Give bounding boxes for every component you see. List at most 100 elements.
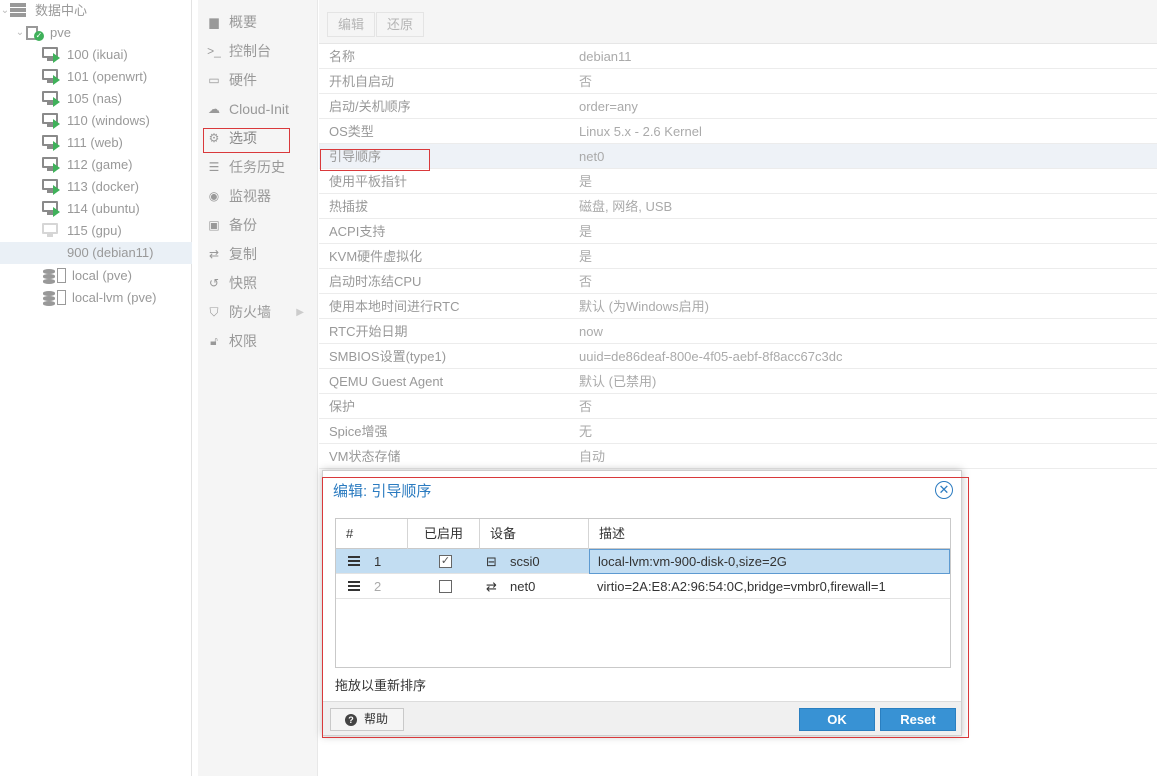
- nav-item-hardware[interactable]: ▭ 硬件: [198, 66, 318, 95]
- nav-item-replication[interactable]: ⇄ 复制: [198, 240, 318, 269]
- boot-row-scsi0[interactable]: 1 ✓ ⊟ scsi0 local-lvm:vm-900-disk-0,size…: [336, 549, 950, 574]
- nav-item-summary[interactable]: ▆ 概要: [198, 8, 318, 37]
- device-desc: virtio=2A:E8:A2:96:54:0C,bridge=vmbr0,fi…: [597, 579, 886, 594]
- nav-item-monitor[interactable]: ◉ 监视器: [198, 182, 318, 211]
- tree-label: pve: [50, 25, 71, 40]
- col-header-num[interactable]: #: [336, 519, 408, 549]
- tree-template-900[interactable]: 900 (debian11): [0, 242, 192, 264]
- help-button[interactable]: ? 帮助: [330, 708, 404, 731]
- boot-row-net0[interactable]: 2 ⇄ net0 virtio=2A:E8:A2:96:54:0C,bridge…: [336, 574, 950, 599]
- tree-vm-item[interactable]: 100 (ikuai): [0, 44, 192, 66]
- option-key: 启动/关机顺序: [329, 99, 411, 114]
- tree-vm-item[interactable]: 114 (ubuntu): [0, 198, 192, 220]
- options-grid: 名称 debian11 开机自启动否启动/关机顺序 order=any OS类型 Linu…: [319, 44, 1157, 469]
- option-key: KVM硬件虚拟化: [329, 249, 423, 264]
- option-row[interactable]: ACPI支持 是: [319, 219, 1157, 244]
- option-key: RTC开始日期: [329, 324, 408, 339]
- nav-label: 硬件: [229, 72, 257, 88]
- revert-button[interactable]: 还原: [376, 12, 425, 37]
- tree-vm-item[interactable]: 113 (docker): [0, 176, 192, 198]
- tree-vm-item[interactable]: 115 (gpu): [0, 220, 192, 242]
- nav-item-backup[interactable]: ▣ 备份: [198, 211, 318, 240]
- tree-vm-item[interactable]: 112 (game): [0, 154, 192, 176]
- tree-vm-item[interactable]: 111 (web): [0, 132, 192, 154]
- nav-item-cloud-init[interactable]: ☁ Cloud-Init: [198, 95, 318, 124]
- tree-label: 114 (ubuntu): [67, 201, 140, 216]
- tree-label: 900 (debian11): [67, 245, 154, 260]
- nav-label: 权限: [229, 333, 257, 349]
- option-row[interactable]: SMBIOS设置(type1) uuid=de86deaf-800e-4f05-a…: [319, 344, 1157, 369]
- col-header-enabled[interactable]: 已启用: [408, 519, 480, 549]
- nav-item-permissions[interactable]: 🔓︎ 权限: [198, 327, 318, 356]
- row-number: 1: [374, 554, 382, 569]
- option-row[interactable]: QEMU Guest Agent 默认 (已禁用): [319, 369, 1157, 394]
- boot-order-grid: # 已启用 设备 描述 1 ✓ ⊟ scsi0 local-lvm:vm-900…: [335, 518, 951, 668]
- unlock-icon: 🔓︎: [210, 334, 218, 348]
- tree-vm-item[interactable]: 110 (windows): [0, 110, 192, 132]
- option-key: QEMU Guest Agent: [329, 374, 444, 389]
- vm-running-icon: [42, 135, 60, 151]
- drag-handle-icon[interactable]: [348, 581, 360, 591]
- vm-stopped-icon: [42, 223, 60, 239]
- col-header-device[interactable]: 设备: [480, 519, 589, 549]
- option-row[interactable]: KVM硬件虚拟化 是: [319, 244, 1157, 269]
- device-name: net0: [510, 579, 536, 594]
- vm-running-icon: [42, 69, 60, 85]
- option-row[interactable]: Spice增强 无: [319, 419, 1157, 444]
- col-header-desc[interactable]: 描述: [589, 519, 950, 549]
- vm-running-icon: [42, 91, 60, 107]
- option-row[interactable]: 引导顺序 net0: [319, 144, 1157, 169]
- enabled-checkbox[interactable]: [439, 580, 452, 593]
- tree-label: 113 (docker): [67, 179, 140, 194]
- tree-label: local-lvm (pve): [72, 290, 157, 305]
- option-value: 是: [579, 249, 593, 264]
- option-row[interactable]: VM状态存储 自动: [319, 444, 1157, 469]
- floppy-icon: ▣: [208, 218, 220, 232]
- option-row[interactable]: OS类型 Linux 5.x - 2.6 Kernel: [319, 119, 1157, 144]
- vm-running-icon: [42, 201, 60, 217]
- nav-item-task-history[interactable]: ☰ 任务历史: [198, 153, 318, 182]
- option-value: Linux 5.x - 2.6 Kernel: [579, 124, 702, 139]
- option-row[interactable]: 启动时冻结CPU 否: [319, 269, 1157, 294]
- nav-item-snapshot[interactable]: ↺ 快照: [198, 269, 318, 298]
- option-row[interactable]: 启动/关机顺序 order=any: [319, 94, 1157, 119]
- option-value: 磁盘, 网络, USB: [579, 199, 673, 214]
- nav-item-console[interactable]: >_ 控制台: [198, 37, 318, 66]
- tree-node-pve[interactable]: ⌄ ✓ pve: [0, 22, 192, 44]
- tree-label: 115 (gpu): [67, 223, 122, 238]
- option-row[interactable]: 热插拔 磁盘, 网络, USB: [319, 194, 1157, 219]
- drag-handle-icon[interactable]: [348, 556, 360, 566]
- node-online-icon: ✓: [26, 25, 44, 41]
- tree-storage-local-lvm[interactable]: local-lvm (pve): [0, 287, 192, 309]
- row-number: 2: [374, 579, 382, 594]
- grid-header: # 已启用 设备 描述: [336, 519, 950, 549]
- nav-label: 监视器: [229, 188, 271, 204]
- enabled-checkbox[interactable]: ✓: [439, 555, 452, 568]
- option-row[interactable]: 使用本地时间进行RTC 默认 (为Windows启用): [319, 294, 1157, 319]
- reset-button[interactable]: Reset: [880, 708, 956, 731]
- option-key: SMBIOS设置(type1): [329, 349, 447, 364]
- drag-hint: 拖放以重新排序: [335, 678, 427, 693]
- collapse-icon[interactable]: ⌄: [0, 0, 10, 22]
- option-key: ACPI支持: [329, 224, 386, 239]
- list-icon: ☰: [208, 160, 220, 174]
- option-row[interactable]: 开机自启动 否: [319, 69, 1157, 94]
- option-row[interactable]: RTC开始日期 now: [319, 319, 1157, 344]
- vm-running-icon: [42, 157, 60, 173]
- option-row[interactable]: 使用平板指针 是: [319, 169, 1157, 194]
- device-desc: local-lvm:vm-900-disk-0,size=2G: [589, 549, 950, 574]
- close-icon[interactable]: ✕: [935, 481, 953, 499]
- tree-storage-local[interactable]: local (pve): [0, 265, 192, 287]
- tree-datacenter[interactable]: ⌄ 数据中心: [0, 0, 192, 22]
- tree-vm-item[interactable]: 105 (nas): [0, 88, 192, 110]
- option-row[interactable]: 名称 debian11: [319, 44, 1157, 69]
- nav-item-firewall[interactable]: ⛉ 防火墙 ▶: [198, 298, 318, 327]
- collapse-icon[interactable]: ⌄: [15, 22, 25, 44]
- tree-label: 100 (ikuai): [67, 47, 128, 62]
- option-row[interactable]: 保护 否: [319, 394, 1157, 419]
- retweet-icon: ⇄: [208, 247, 220, 261]
- edit-button[interactable]: 编辑: [327, 12, 376, 37]
- tree-vm-item[interactable]: 101 (openwrt): [0, 66, 192, 88]
- eye-icon: ◉: [208, 189, 220, 203]
- ok-button[interactable]: OK: [799, 708, 875, 731]
